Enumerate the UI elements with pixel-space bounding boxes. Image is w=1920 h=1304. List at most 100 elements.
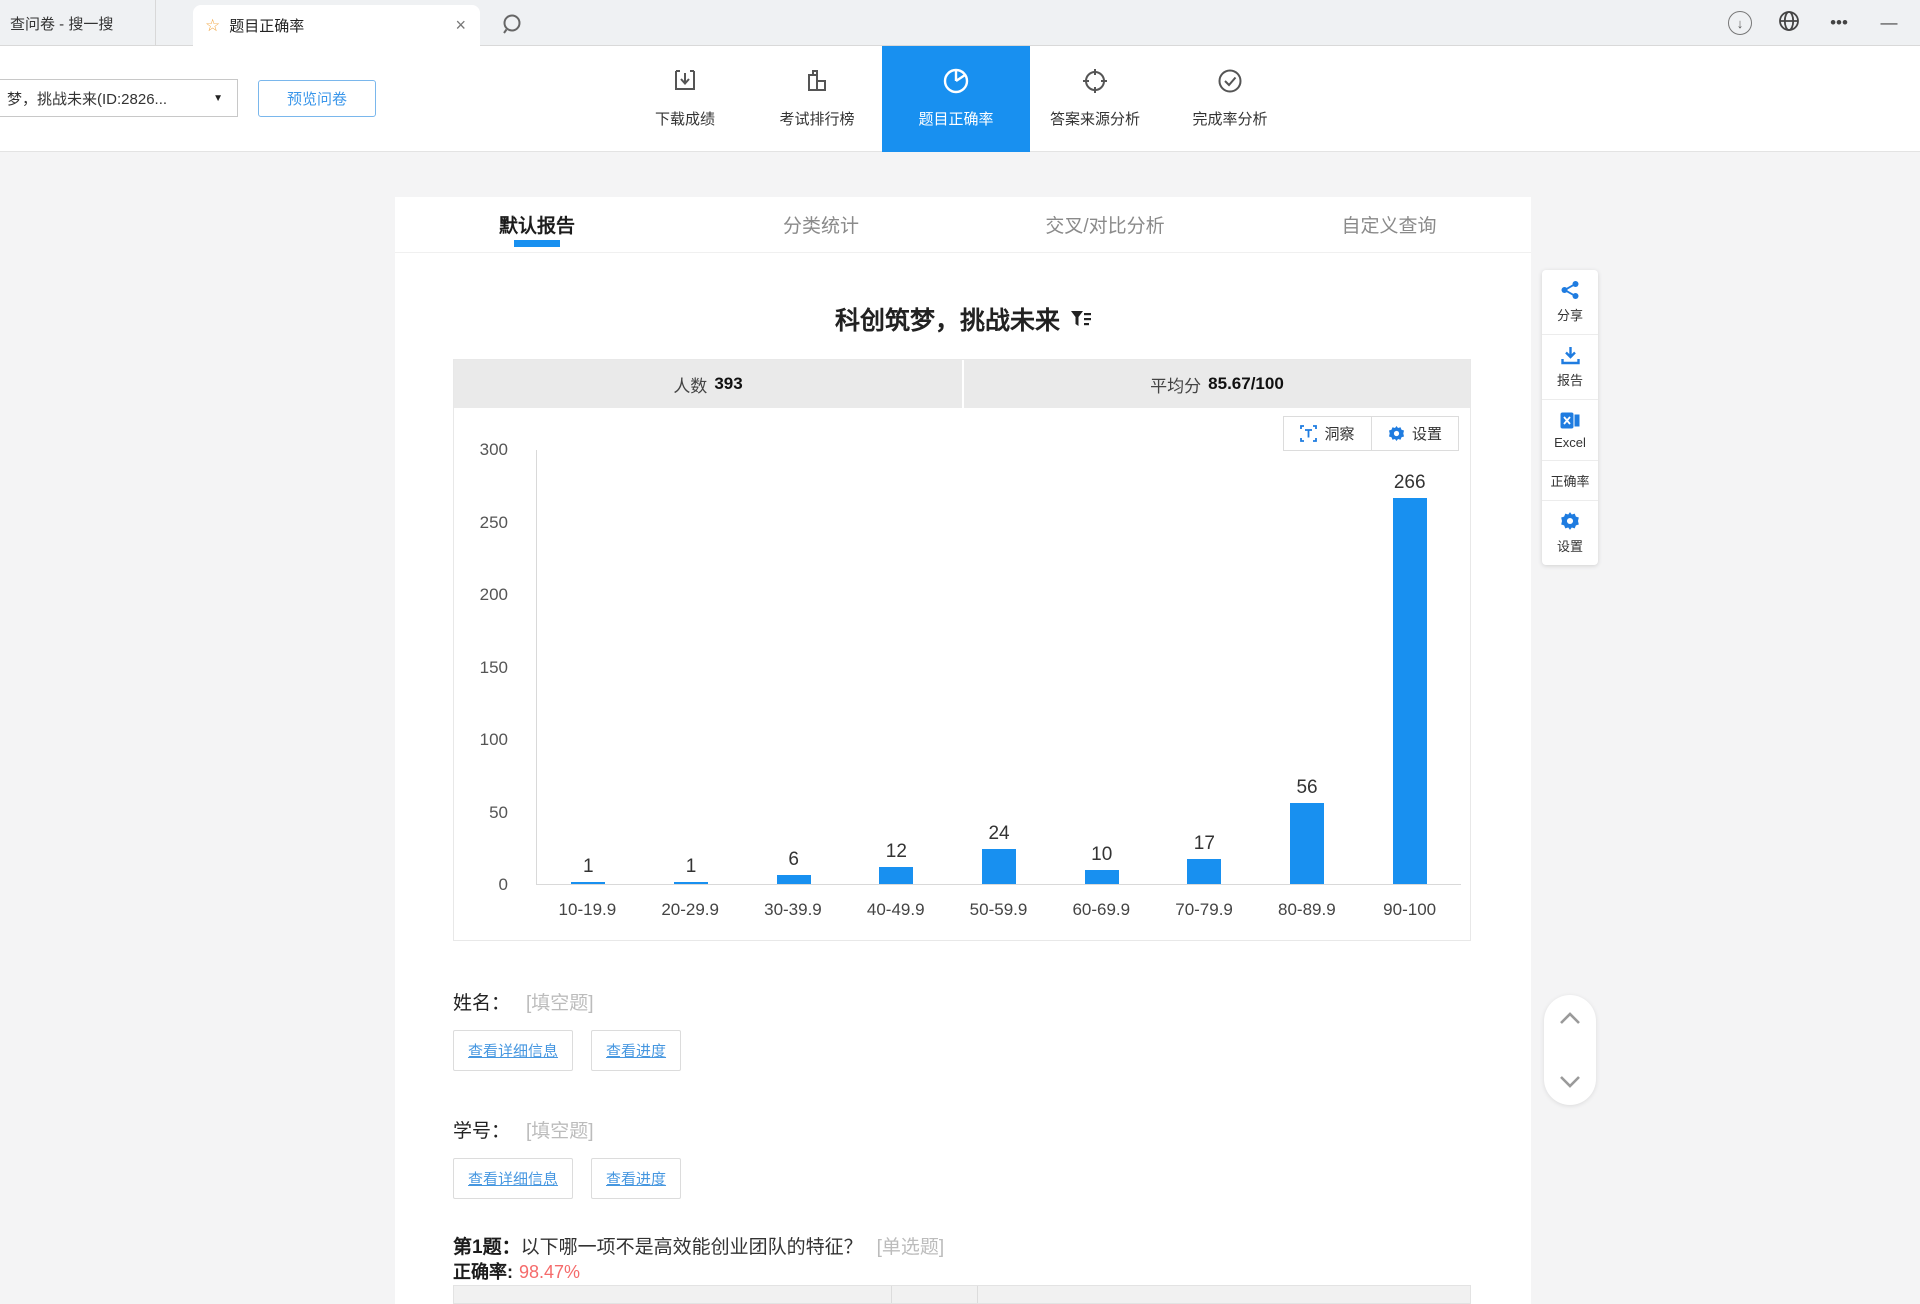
bar[interactable] (571, 882, 605, 884)
nav-item-download-scores[interactable]: 下载成绩 (618, 46, 752, 152)
nav-label: 完成率分析 (1192, 108, 1267, 129)
excel-export-tool[interactable]: Excel (1542, 399, 1598, 460)
nav-label: 答案来源分析 (1050, 108, 1140, 129)
tab-default-report[interactable]: 默认报告 (395, 197, 679, 252)
menu-ellipsis-icon[interactable]: ••• (1826, 13, 1852, 33)
side-tools: 分享 报告 Excel 正确率 设置 (1542, 270, 1598, 565)
tab-category-stats[interactable]: 分类统计 (679, 197, 963, 252)
bar-value-label: 10 (1091, 844, 1112, 866)
view-details-button[interactable]: 查看详细信息 (453, 1030, 573, 1071)
accuracy-rate-tool[interactable]: 正确率 (1542, 460, 1598, 500)
settings-label: 设置 (1412, 423, 1442, 444)
nav-item-question-accuracy[interactable]: 题目正确率 (882, 46, 1030, 152)
nav-item-answer-source[interactable]: 答案来源分析 (1030, 46, 1160, 152)
rate-label: 正确率: (453, 1262, 513, 1282)
minimize-icon[interactable]: — (1876, 13, 1902, 33)
bookmark-star-icon: ☆ (205, 16, 220, 36)
bar[interactable] (1187, 859, 1221, 884)
question-id-label: 学号：[填空题] (453, 1116, 594, 1143)
y-axis-labels: 050100150200250300 (454, 450, 522, 885)
y-tick-label: 0 (499, 875, 508, 895)
bar[interactable] (1393, 498, 1427, 884)
insight-button[interactable]: 洞察 (1284, 417, 1371, 450)
nav-item-completion-rate[interactable]: 完成率分析 (1160, 46, 1300, 152)
x-tick-label: 80-89.9 (1255, 900, 1358, 920)
view-progress-button[interactable]: 查看进度 (591, 1158, 681, 1199)
stat-label: 平均分 (1150, 372, 1201, 397)
nav-item-exam-ranking[interactable]: 考试排行榜 (752, 46, 882, 152)
bar[interactable] (879, 867, 913, 884)
share-icon (1560, 280, 1580, 300)
stat-respondents: 人数 393 (454, 360, 962, 408)
bar[interactable] (674, 882, 708, 884)
tab-label: 自定义查询 (1341, 211, 1436, 238)
view-progress-button[interactable]: 查看进度 (591, 1030, 681, 1071)
tool-label: 报告 (1557, 370, 1583, 389)
tab-custom-query[interactable]: 自定义查询 (1247, 197, 1531, 252)
view-details-button[interactable]: 查看详细信息 (453, 1158, 573, 1199)
stat-average-score: 平均分 85.67/100 (962, 360, 1470, 408)
question-1-rate: 正确率: 98.47% (453, 1258, 580, 1284)
bar-value-label: 17 (1194, 833, 1215, 855)
survey-toolbar: 梦，挑战未来(ID:2826... ▼ 预览问卷 下载成绩 考试排行榜 题目正确… (0, 46, 1920, 152)
active-tab-label: 题目正确率 (229, 15, 453, 36)
browser-tab-active[interactable]: ☆ 题目正确率 × (193, 5, 480, 46)
y-tick-label: 250 (480, 513, 508, 533)
bar[interactable] (777, 875, 811, 884)
share-tool[interactable]: 分享 (1542, 270, 1598, 334)
title-row: 科创筑梦，挑战未来 (395, 301, 1531, 337)
survey-select[interactable]: 梦，挑战未来(ID:2826... ▼ (0, 79, 238, 117)
gear-icon (1560, 511, 1580, 531)
bar-slot: 12 (845, 841, 948, 884)
bar-value-label: 12 (886, 841, 907, 863)
download-tray-icon (671, 65, 699, 97)
stat-value: 85.67/100 (1208, 374, 1284, 394)
bar[interactable] (982, 849, 1016, 884)
rate-value: 98.47% (519, 1262, 580, 1282)
scroll-up-icon[interactable] (1558, 1011, 1582, 1025)
report-card: 默认报告 分类统计 交叉/对比分析 自定义查询 科创筑梦，挑战未来 人数 393… (395, 197, 1531, 1304)
tab-label: 分类统计 (783, 211, 859, 238)
browser-tab-inactive[interactable]: 查问卷 - 搜一搜 (0, 0, 156, 46)
chevron-down-icon: ▼ (203, 93, 223, 104)
preview-survey-button[interactable]: 预览问卷 (258, 80, 376, 117)
downloads-icon[interactable]: ↓ (1728, 11, 1752, 35)
gear-icon (1388, 425, 1405, 442)
y-tick-label: 150 (480, 658, 508, 678)
ranking-icon (803, 65, 831, 97)
bar-slot: 10 (1050, 844, 1153, 885)
tab-cross-analysis[interactable]: 交叉/对比分析 (963, 197, 1247, 252)
report-download-tool[interactable]: 报告 (1542, 334, 1598, 399)
bar[interactable] (1290, 803, 1324, 884)
bar-value-label: 266 (1394, 472, 1426, 494)
excel-icon (1560, 410, 1580, 430)
question-label: 学号： (453, 1121, 510, 1142)
settings-tool[interactable]: 设置 (1542, 500, 1598, 565)
close-tab-icon[interactable]: × (453, 15, 468, 36)
window-controls: ↓ ••• — (1728, 0, 1920, 46)
x-tick-label: 20-29.9 (639, 900, 742, 920)
question-1-text: 以下哪一项不是高效能创业团队的特征？ (521, 1237, 863, 1258)
question-1-type: [单选题] (877, 1237, 945, 1258)
report-title: 科创筑梦，挑战未来 (835, 301, 1060, 337)
bar-value-label: 24 (988, 823, 1009, 845)
bar-value-label: 6 (788, 849, 799, 871)
active-tab-underline (514, 240, 560, 247)
bar[interactable] (1085, 870, 1119, 885)
browser-bar: 查问卷 - 搜一搜 ☆ 题目正确率 × ↓ ••• — (0, 0, 1920, 46)
insight-label: 洞察 (1324, 423, 1354, 444)
main-nav: 下载成绩 考试排行榜 题目正确率 答案来源分析 完成率分析 (618, 46, 1300, 152)
question-1-title: 第1题：以下哪一项不是高效能创业团队的特征？[单选题] (453, 1232, 944, 1259)
chart-settings-button[interactable]: 设置 (1371, 417, 1458, 450)
tab-label: 默认报告 (499, 211, 575, 238)
x-tick-label: 50-59.9 (947, 900, 1050, 920)
bar-slot: 24 (948, 823, 1051, 884)
scroll-down-icon[interactable] (1558, 1075, 1582, 1089)
tool-label: 分享 (1557, 305, 1583, 324)
x-tick-label: 90-100 (1358, 900, 1461, 920)
download-icon (1561, 345, 1580, 365)
globe-icon[interactable] (1776, 10, 1802, 37)
question-type: [填空题] (526, 993, 594, 1014)
filter-icon[interactable] (1070, 309, 1091, 329)
search-icon[interactable] (499, 10, 526, 37)
